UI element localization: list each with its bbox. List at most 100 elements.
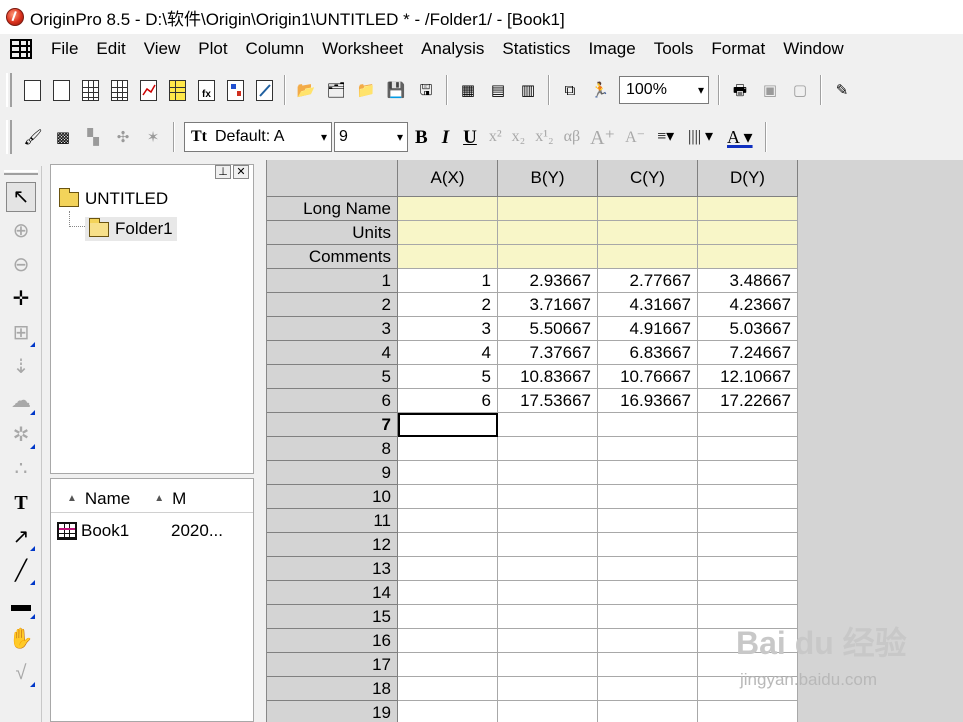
data-cell[interactable]: 10.76667 (598, 365, 698, 389)
meta-cell[interactable] (598, 197, 698, 221)
data-cell[interactable]: 16.93667 (598, 389, 698, 413)
menu-view[interactable]: View (135, 39, 190, 59)
data-cell[interactable] (598, 605, 698, 629)
data-cell[interactable] (598, 653, 698, 677)
meta-cell[interactable] (698, 197, 798, 221)
data-cell[interactable]: 6 (398, 389, 498, 413)
menu-statistics[interactable]: Statistics (493, 39, 579, 59)
column-header[interactable]: B(Y) (498, 160, 598, 197)
new-function-icon[interactable]: fx (198, 79, 215, 101)
data-cell[interactable] (698, 413, 798, 437)
menu-plot[interactable]: Plot (189, 39, 236, 59)
data-cell[interactable] (398, 533, 498, 557)
row-header[interactable]: 4 (267, 341, 398, 365)
data-cell[interactable] (698, 701, 798, 722)
import-ascii-icon[interactable]: ▤ (486, 78, 510, 102)
meta-cell[interactable] (398, 245, 498, 269)
meta-cell[interactable] (498, 221, 598, 245)
data-cell[interactable] (698, 557, 798, 581)
meta-cell[interactable] (398, 197, 498, 221)
data-cell[interactable] (398, 485, 498, 509)
refresh-icon[interactable]: ▢ (788, 78, 812, 102)
data-cell[interactable]: 5.03667 (698, 317, 798, 341)
data-cell[interactable] (498, 677, 598, 701)
row-header[interactable]: 3 (267, 317, 398, 341)
hand-icon[interactable]: ✋ (6, 624, 36, 654)
column-header[interactable]: C(Y) (598, 160, 698, 197)
close-icon[interactable]: ✕ (233, 165, 249, 179)
data-cell[interactable] (498, 557, 598, 581)
data-cell[interactable] (698, 461, 798, 485)
menu-tools[interactable]: Tools (645, 39, 703, 59)
data-cell[interactable] (498, 629, 598, 653)
data-cell[interactable] (398, 461, 498, 485)
pin-icon[interactable]: ⊥ (215, 165, 231, 179)
data-selector-icon[interactable]: ⇣ (6, 352, 36, 382)
menu-image[interactable]: Image (579, 39, 644, 59)
column-header[interactable]: A(X) (398, 160, 498, 197)
arrow-tool-icon[interactable]: ↗ (6, 522, 36, 552)
superscript-icon[interactable]: x² (489, 128, 502, 146)
data-cell[interactable] (498, 581, 598, 605)
data-cell[interactable] (698, 677, 798, 701)
open-template-icon[interactable]: 🗂 (324, 78, 348, 102)
row-header[interactable]: 10 (267, 485, 398, 509)
toolbar-grip[interactable] (6, 73, 12, 107)
print-icon[interactable]: 🖶 (728, 78, 752, 102)
text-tool-icon[interactable]: T (6, 488, 36, 518)
data-cell[interactable] (498, 701, 598, 722)
data-cell[interactable] (498, 653, 598, 677)
data-cell[interactable]: 5 (398, 365, 498, 389)
menu-format[interactable]: Format (702, 39, 774, 59)
data-cell[interactable] (498, 413, 598, 437)
open-icon[interactable]: 📂 (294, 78, 318, 102)
data-cell[interactable]: 4.23667 (698, 293, 798, 317)
column-header-modified[interactable]: M (172, 489, 186, 509)
row-header[interactable]: 2 (267, 293, 398, 317)
row-header[interactable]: 5 (267, 365, 398, 389)
menu-edit[interactable]: Edit (87, 39, 134, 59)
meta-row-label[interactable]: Comments (267, 245, 398, 269)
meta-cell[interactable] (598, 245, 698, 269)
data-cell[interactable] (698, 509, 798, 533)
column-header-name[interactable]: Name (85, 489, 130, 509)
row-header[interactable]: 18 (267, 677, 398, 701)
greek-icon[interactable]: αβ (564, 128, 581, 146)
import-wizard-icon[interactable]: ▦ (456, 78, 480, 102)
meta-cell[interactable] (498, 245, 598, 269)
data-cell[interactable] (398, 509, 498, 533)
data-cell[interactable] (598, 485, 698, 509)
data-cell[interactable]: 7.37667 (498, 341, 598, 365)
data-cell[interactable] (698, 605, 798, 629)
zoom-out-icon[interactable]: ⊖ (6, 250, 36, 280)
data-cell[interactable] (398, 413, 498, 437)
data-cell[interactable]: 10.83667 (498, 365, 598, 389)
sort-up-icon[interactable]: ▲ (67, 493, 77, 504)
data-cell[interactable] (698, 437, 798, 461)
data-cell[interactable] (498, 509, 598, 533)
page-preview-icon[interactable]: ▣ (758, 78, 782, 102)
tree-item-untitled[interactable]: UNTITLED (59, 187, 168, 209)
row-header[interactable]: 15 (267, 605, 398, 629)
meta-cell[interactable] (498, 197, 598, 221)
zoom-in-icon[interactable]: ⊕ (6, 216, 36, 246)
layer-icon[interactable]: ▩ (51, 125, 75, 149)
rectangle-tool-icon[interactable]: ▬ (6, 590, 36, 620)
worksheet-corner[interactable] (267, 160, 398, 197)
menu-window[interactable]: Window (774, 39, 852, 59)
data-cell[interactable] (398, 653, 498, 677)
data-cell[interactable]: 3.48667 (698, 269, 798, 293)
underline-icon[interactable]: U (463, 128, 477, 147)
ungroup-icon[interactable]: ✣ (111, 125, 135, 149)
supersubscript-icon[interactable]: x¹₂ (535, 128, 553, 146)
group-icon[interactable]: ▚ (81, 125, 105, 149)
data-cell[interactable] (398, 677, 498, 701)
open-excel-icon[interactable]: 📁 (354, 78, 378, 102)
row-header[interactable]: 9 (267, 461, 398, 485)
sort-up-icon[interactable]: ▲ (154, 493, 164, 504)
data-cell[interactable]: 4.91667 (598, 317, 698, 341)
menu-file[interactable]: File (42, 39, 87, 59)
screen-reader-icon[interactable]: ✛ (6, 284, 36, 314)
row-header[interactable]: 19 (267, 701, 398, 722)
data-cell[interactable]: 12.10667 (698, 365, 798, 389)
